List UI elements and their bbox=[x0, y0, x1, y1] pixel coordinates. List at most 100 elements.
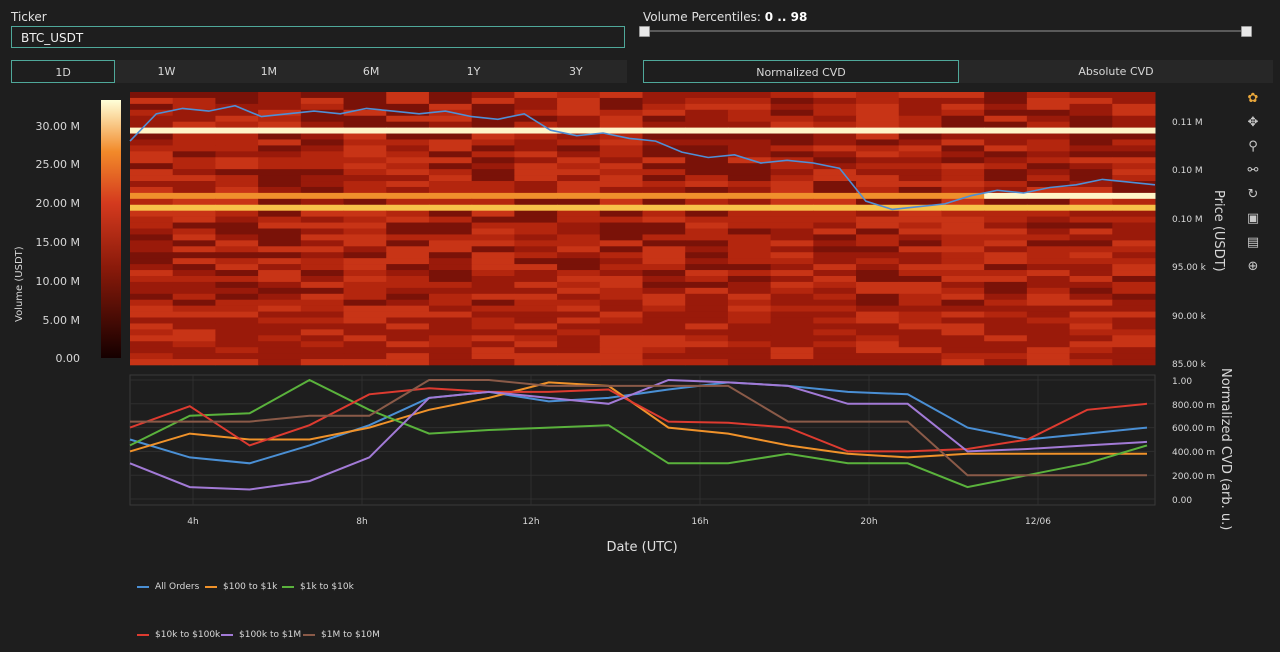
heatmap-cell bbox=[258, 287, 302, 295]
heatmap-cell bbox=[727, 169, 772, 176]
heatmap-cell bbox=[172, 270, 216, 277]
legend-item[interactable]: $1k to $10k bbox=[282, 582, 354, 592]
heatmap-cell bbox=[215, 157, 259, 164]
heatmap-cell bbox=[1069, 228, 1113, 235]
heatmap-cell bbox=[770, 234, 814, 241]
heatmap-cell bbox=[428, 240, 473, 247]
heatmap-cell bbox=[300, 293, 345, 301]
heatmap bbox=[130, 92, 1156, 366]
heatmap-cell bbox=[685, 192, 729, 200]
heatmap-cell bbox=[599, 115, 643, 122]
heatmap-cell bbox=[984, 115, 1028, 122]
heatmap-cell bbox=[813, 293, 857, 301]
heatmap-cell bbox=[813, 305, 857, 312]
heatmap-cell bbox=[984, 234, 1028, 241]
spike-icon[interactable]: ⊕ bbox=[1243, 254, 1263, 278]
legend-item[interactable]: All Orders bbox=[137, 582, 199, 592]
heatmap-cell bbox=[599, 311, 643, 318]
heatmap-cell bbox=[1069, 133, 1113, 140]
heatmap-cell bbox=[685, 175, 729, 182]
heatmap-cell bbox=[172, 287, 216, 295]
heatmap-cell bbox=[471, 246, 515, 253]
heatmap-cell bbox=[898, 270, 942, 277]
legend-item[interactable]: $100k to $1M bbox=[221, 630, 301, 640]
heatmap-cell bbox=[514, 359, 558, 366]
heatmap-cell bbox=[599, 329, 643, 336]
heatmap-cell bbox=[685, 341, 729, 348]
heatmap-cell bbox=[941, 127, 985, 134]
heatmap-cell bbox=[514, 264, 558, 271]
heatmap-cell bbox=[258, 216, 302, 223]
heatmap-cell bbox=[642, 109, 686, 117]
heatmap-cell bbox=[599, 192, 643, 200]
heatmap-cell bbox=[428, 353, 473, 360]
autoscale-icon[interactable]: ⚯ bbox=[1243, 158, 1263, 182]
pan-icon[interactable]: ✥ bbox=[1243, 110, 1263, 134]
heatmap-cell bbox=[727, 258, 772, 265]
reset-icon[interactable]: ↻ bbox=[1243, 182, 1263, 206]
heatmap-cell bbox=[428, 216, 473, 223]
legend-item[interactable]: $100 to $1k bbox=[205, 582, 277, 592]
heatmap-cell bbox=[1069, 121, 1113, 128]
heatmap-cell bbox=[1026, 264, 1071, 271]
heatmap-cell bbox=[727, 341, 772, 348]
heatmap-cell bbox=[727, 353, 772, 360]
hover-icon[interactable]: ▤ bbox=[1243, 230, 1263, 254]
legend-item[interactable]: $10k to $100k bbox=[137, 630, 220, 640]
heatmap-cell bbox=[557, 115, 601, 122]
heatmap-cell bbox=[215, 181, 259, 188]
download-icon[interactable]: ▣ bbox=[1243, 206, 1263, 230]
heatmap-cell bbox=[1026, 139, 1071, 146]
heatmap-cell bbox=[471, 97, 515, 105]
heatmap-cell bbox=[130, 228, 174, 235]
heatmap-cell bbox=[856, 175, 900, 182]
heatmap-cell bbox=[300, 163, 345, 170]
heatmap-cell bbox=[428, 270, 473, 277]
legend-item[interactable]: $1M to $10M bbox=[303, 630, 380, 640]
heatmap-cell bbox=[514, 97, 558, 105]
heatmap-cell bbox=[514, 329, 558, 336]
heatmap-cell bbox=[941, 264, 985, 271]
heatmap-cell bbox=[685, 163, 729, 170]
heatmap-cell bbox=[471, 270, 515, 277]
heatmap-cell bbox=[557, 246, 601, 253]
heatmap-cell bbox=[130, 270, 174, 277]
heatmap-cell bbox=[557, 109, 601, 117]
heatmap-cell bbox=[215, 305, 259, 312]
heatmap-cell bbox=[258, 311, 302, 318]
heatmap-cell bbox=[386, 240, 430, 247]
heatmap-cell bbox=[856, 228, 900, 235]
heatmap-cell bbox=[258, 222, 302, 229]
heatmap-cell bbox=[642, 293, 686, 301]
cvd-axis-title: Normalized CVD (arb. u.) bbox=[1218, 368, 1233, 530]
heatmap-cell bbox=[428, 139, 473, 146]
heatmap-cell bbox=[1069, 115, 1113, 122]
heatmap-cell bbox=[898, 311, 942, 318]
heatmap-cell bbox=[685, 103, 729, 111]
heatmap-cell bbox=[984, 353, 1028, 360]
heatmap-cell bbox=[215, 359, 259, 366]
chart-area[interactable]: Volume (USDT) 0.00 5.00 M 10.00 M 15.00 … bbox=[0, 0, 1240, 580]
heatmap-cell bbox=[428, 204, 473, 211]
heatmap-cell bbox=[685, 329, 729, 336]
slider-handle-high[interactable] bbox=[1241, 26, 1252, 37]
heatmap-cell bbox=[1112, 293, 1156, 301]
heatmap-cell bbox=[514, 228, 558, 235]
heatmap-cell bbox=[898, 192, 942, 200]
heatmap-cell bbox=[514, 181, 558, 188]
heatmap-cell bbox=[599, 181, 643, 188]
heatmap-cell bbox=[557, 210, 601, 217]
heatmap-cell bbox=[428, 293, 473, 301]
heatmap-cell bbox=[856, 281, 900, 289]
heatmap-cell bbox=[685, 347, 729, 354]
heatmap-cell bbox=[343, 186, 387, 194]
zoom-icon[interactable]: ⚲ bbox=[1243, 134, 1263, 158]
heatmap-cell bbox=[1069, 210, 1113, 217]
heatmap-cell bbox=[471, 305, 515, 312]
heatmap-cell bbox=[1069, 92, 1113, 99]
heatmap-cell bbox=[642, 252, 686, 259]
heatmap-cell bbox=[1069, 103, 1113, 111]
heatmap-cell bbox=[343, 341, 387, 348]
heatmap-cell bbox=[386, 157, 430, 164]
plotly-logo-icon[interactable]: ✿ bbox=[1243, 86, 1263, 110]
